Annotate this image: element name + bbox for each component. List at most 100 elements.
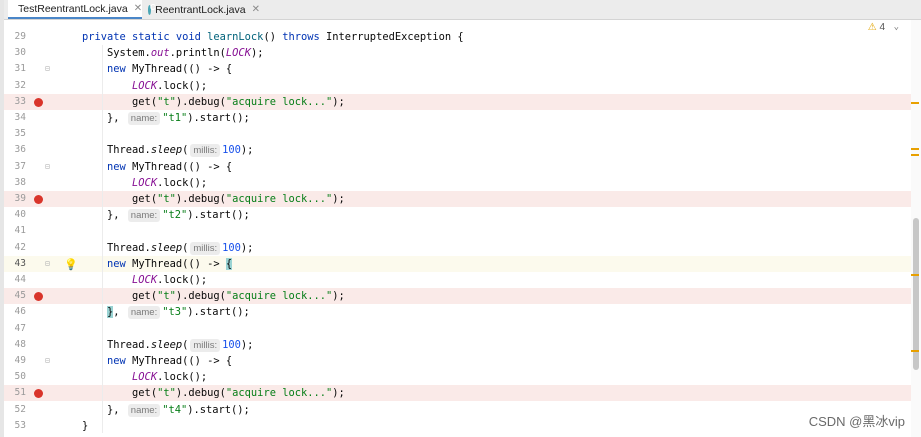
error-stripe-mark[interactable] — [911, 274, 919, 276]
line-number[interactable]: 38 — [4, 177, 26, 188]
line-number[interactable]: 44 — [4, 274, 26, 285]
line-number[interactable]: 51 — [4, 387, 26, 398]
line-number[interactable]: 47 — [4, 323, 26, 334]
warning-icon: ⚠ — [867, 22, 877, 33]
code-line[interactable]: 51 get("t").debug("acquire lock..."); — [4, 385, 921, 402]
line-number[interactable]: 41 — [4, 225, 26, 236]
code-line[interactable]: 30 System.out.println(LOCK); — [4, 45, 921, 61]
code-text[interactable]: get("t").debug("acquire lock..."); — [82, 289, 345, 303]
tab-test-reentrant-lock[interactable]: TestReentrantLock.java ✕ — [8, 0, 142, 19]
line-number[interactable]: 34 — [4, 112, 26, 123]
tab-label: TestReentrantLock.java — [18, 2, 128, 15]
fold-icon[interactable]: ⊟ — [45, 259, 51, 267]
code-text[interactable]: LOCK.lock(); — [82, 176, 207, 190]
code-text[interactable]: LOCK.lock(); — [82, 370, 207, 384]
line-number[interactable]: 43 — [4, 258, 26, 269]
line-number[interactable]: 50 — [4, 371, 26, 382]
breakpoint-icon[interactable] — [34, 389, 43, 399]
code-text[interactable]: new MyThread(() -> { — [82, 160, 232, 174]
code-line[interactable]: 48 Thread.sleep(millis: 100); — [4, 337, 921, 353]
code-line[interactable]: 35 — [4, 126, 921, 142]
code-line[interactable]: 52 }, name: "t4").start(); — [4, 402, 921, 418]
fold-icon[interactable]: ⊟ — [45, 162, 51, 170]
line-number[interactable]: 31 — [4, 63, 26, 74]
code-line[interactable]: 45 get("t").debug("acquire lock..."); — [4, 288, 921, 305]
error-stripe-mark[interactable] — [911, 102, 919, 104]
code-text[interactable]: }, name: "t2").start(); — [82, 208, 250, 223]
code-line[interactable]: 39 get("t").debug("acquire lock..."); — [4, 191, 921, 207]
fold-icon[interactable]: ⊟ — [45, 65, 51, 73]
code-text[interactable]: System.out.println(LOCK); — [82, 46, 263, 60]
error-stripe-mark[interactable] — [911, 154, 919, 156]
line-number[interactable]: 32 — [4, 80, 26, 91]
code-text[interactable]: get("t").debug("acquire lock..."); — [82, 192, 345, 206]
line-number[interactable]: 39 — [4, 193, 26, 204]
breakpoint-icon[interactable] — [34, 195, 43, 204]
code-text[interactable]: }, name: "t3").start(); — [82, 305, 250, 320]
line-number[interactable]: 46 — [4, 306, 26, 317]
line-number[interactable]: 52 — [4, 404, 26, 415]
code-text[interactable]: }, name: "t1").start(); — [82, 111, 250, 125]
code-text[interactable]: new MyThread(() -> { — [82, 354, 232, 368]
line-number[interactable]: 40 — [4, 209, 26, 220]
line-number[interactable]: 30 — [4, 47, 26, 58]
code-line[interactable]: 44 LOCK.lock(); — [4, 272, 921, 288]
breakpoint-icon[interactable] — [34, 97, 43, 107]
code-line[interactable]: 41 — [4, 223, 921, 239]
line-number[interactable]: 37 — [4, 161, 26, 172]
line-number[interactable]: 45 — [4, 290, 26, 301]
code-text[interactable]: }, name: "t4").start(); — [82, 403, 250, 417]
chevron-down-icon[interactable]: ⌄ — [894, 22, 899, 32]
error-stripe-mark[interactable] — [911, 148, 919, 150]
code-text[interactable]: LOCK.lock(); — [82, 79, 207, 93]
line-number[interactable]: 33 — [4, 96, 26, 107]
line-number[interactable]: 29 — [4, 31, 26, 42]
close-icon[interactable]: ✕ — [252, 4, 260, 15]
code-line[interactable]: 38 LOCK.lock(); — [4, 175, 921, 191]
fold-icon[interactable]: ⊟ — [45, 357, 51, 365]
close-icon[interactable]: ✕ — [134, 3, 142, 14]
code-text[interactable]: private static void learnLock() throws I… — [82, 30, 464, 44]
inspection-widget[interactable]: ⚠ 4 — [868, 22, 885, 33]
scrollbar-thumb[interactable] — [913, 218, 919, 370]
code-text[interactable]: LOCK.lock(); — [82, 273, 207, 287]
line-number[interactable]: 53 — [4, 420, 26, 431]
line-number[interactable]: 36 — [4, 144, 26, 155]
scrollbar[interactable] — [911, 20, 921, 437]
code-line[interactable]: 49 ⊟ new MyThread(() -> { — [4, 353, 921, 369]
code-text[interactable]: } — [82, 419, 88, 433]
indent-guide — [102, 45, 103, 433]
code-line[interactable]: 43 ⊟ 💡 new MyThread(() -> { — [4, 255, 921, 272]
watermark: CSDN @黑冰vip — [808, 414, 905, 429]
code-line[interactable]: 37 ⊟ new MyThread(() -> { — [4, 159, 921, 175]
warning-count: 4 — [879, 22, 885, 33]
breakpoint-icon[interactable] — [34, 292, 43, 302]
code-line[interactable]: 47 — [4, 321, 921, 337]
line-number[interactable]: 35 — [4, 128, 26, 139]
code-line[interactable]: 32 LOCK.lock(); — [4, 78, 921, 94]
code-line[interactable]: 50 LOCK.lock(); — [4, 369, 921, 385]
code-line[interactable]: 40 }, name: "t2").start(); — [4, 207, 921, 223]
code-line[interactable]: 34 }, name: "t1").start(); — [4, 110, 921, 126]
code-text[interactable]: new MyThread(() -> { — [82, 62, 232, 76]
code-editor[interactable]: 29 private static void learnLock() throws… — [4, 20, 921, 437]
code-line[interactable]: 53} — [4, 418, 921, 434]
code-text[interactable]: get("t").debug("acquire lock..."); — [82, 386, 345, 400]
code-text[interactable]: new MyThread(() -> { — [82, 257, 233, 271]
code-line[interactable]: 46 }, name: "t3").start(); — [4, 304, 921, 320]
line-number[interactable]: 48 — [4, 339, 26, 350]
code-text[interactable]: Thread.sleep(millis: 100); — [82, 143, 253, 158]
code-line[interactable]: 42 Thread.sleep(millis: 100); — [4, 240, 921, 256]
code-text[interactable]: Thread.sleep(millis: 100); — [82, 338, 253, 352]
code-line[interactable]: 29 private static void learnLock() throws… — [4, 29, 921, 45]
code-line[interactable]: 31 ⊟ new MyThread(() -> { — [4, 61, 921, 77]
tab-reentrant-lock[interactable]: ReentrantLock.java ✕ — [142, 0, 260, 19]
code-line[interactable]: 36 Thread.sleep(millis: 100); — [4, 142, 921, 158]
error-stripe-mark[interactable] — [911, 350, 919, 352]
code-text[interactable]: get("t").debug("acquire lock..."); — [82, 95, 345, 109]
code-text[interactable]: Thread.sleep(millis: 100); — [82, 241, 253, 255]
line-number[interactable]: 42 — [4, 242, 26, 253]
code-line[interactable]: 33 get("t").debug("acquire lock..."); — [4, 93, 921, 110]
lightbulb-icon[interactable]: 💡 — [64, 258, 78, 271]
line-number[interactable]: 49 — [4, 355, 26, 366]
